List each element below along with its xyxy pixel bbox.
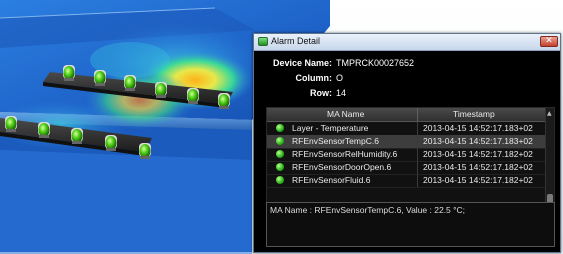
table-row[interactable]: RFEnvSensorDoorOpen.6 2013-04-15 14:52:1… bbox=[267, 161, 545, 175]
scroll-up-icon[interactable]: ▲ bbox=[547, 110, 552, 117]
window-titlebar[interactable]: Alarm Detail ✕ bbox=[254, 34, 560, 51]
row-timestamp: 2013-04-15 14:52:17.182+02 bbox=[423, 162, 533, 172]
row-timestamp: 2013-04-15 14:52:17.182+02 bbox=[423, 149, 533, 159]
column-header-timestamp[interactable]: Timestamp bbox=[453, 109, 495, 119]
window-title: Alarm Detail bbox=[271, 36, 321, 46]
column-header-ma-name[interactable]: MA Name bbox=[327, 109, 364, 119]
device-name-value: TMPRCK00027652 bbox=[336, 58, 415, 68]
row-ma-name: RFEnvSensorFluid.6 bbox=[292, 175, 371, 185]
row-value: 14 bbox=[336, 88, 347, 98]
detail-text: MA Name : RFEnvSensorTempC.6, Value : 22… bbox=[270, 205, 466, 215]
column-divider[interactable] bbox=[417, 108, 418, 121]
row-ma-name: Layer - Temperature bbox=[292, 123, 369, 133]
table-row[interactable]: Layer - Temperature 2013-04-15 14:52:17.… bbox=[267, 122, 545, 136]
row-ma-name: RFEnvSensorRelHumidity.6 bbox=[292, 149, 398, 159]
row-label: Row: bbox=[310, 88, 332, 98]
alarm-detail-textbox[interactable]: MA Name : RFEnvSensorTempC.6, Value : 22… bbox=[266, 202, 555, 247]
close-button[interactable]: ✕ bbox=[540, 36, 558, 47]
row-timestamp: 2013-04-15 14:52:17.183+02 bbox=[423, 136, 533, 146]
row-timestamp: 2013-04-15 14:52:17.183+02 bbox=[423, 123, 533, 133]
table-row[interactable]: RFEnvSensorFluid.6 2013-04-15 14:52:17.1… bbox=[267, 174, 545, 188]
table-header: MA Name Timestamp bbox=[267, 108, 545, 122]
column-value: O bbox=[336, 73, 344, 83]
column-label: Column: bbox=[295, 73, 333, 83]
green-led-icon bbox=[276, 176, 284, 184]
table-row[interactable]: RFEnvSensorRelHumidity.6 2013-04-15 14:5… bbox=[267, 148, 545, 162]
device-info: Device Name: TMPRCK00027652 Column: O Ro… bbox=[254, 56, 554, 106]
row-ma-name: RFEnvSensorDoorOpen.6 bbox=[292, 162, 392, 172]
green-led-icon bbox=[276, 163, 284, 171]
green-led-icon bbox=[276, 124, 284, 132]
alarm-detail-window: Alarm Detail ✕ Device Name: TMPRCK000276… bbox=[253, 33, 561, 253]
row-ma-name: RFEnvSensorTempC.6 bbox=[292, 136, 379, 146]
alarm-app-icon bbox=[258, 37, 268, 46]
device-name-label: Device Name: bbox=[272, 58, 332, 68]
green-led-icon bbox=[276, 137, 284, 145]
row-timestamp: 2013-04-15 14:52:17.182+02 bbox=[423, 175, 533, 185]
screenshot-root: Alarm Detail ✕ Device Name: TMPRCK000276… bbox=[0, 0, 563, 254]
table-row-selected[interactable]: RFEnvSensorTempC.6 2013-04-15 14:52:17.1… bbox=[267, 135, 545, 149]
green-led-icon bbox=[276, 150, 284, 158]
